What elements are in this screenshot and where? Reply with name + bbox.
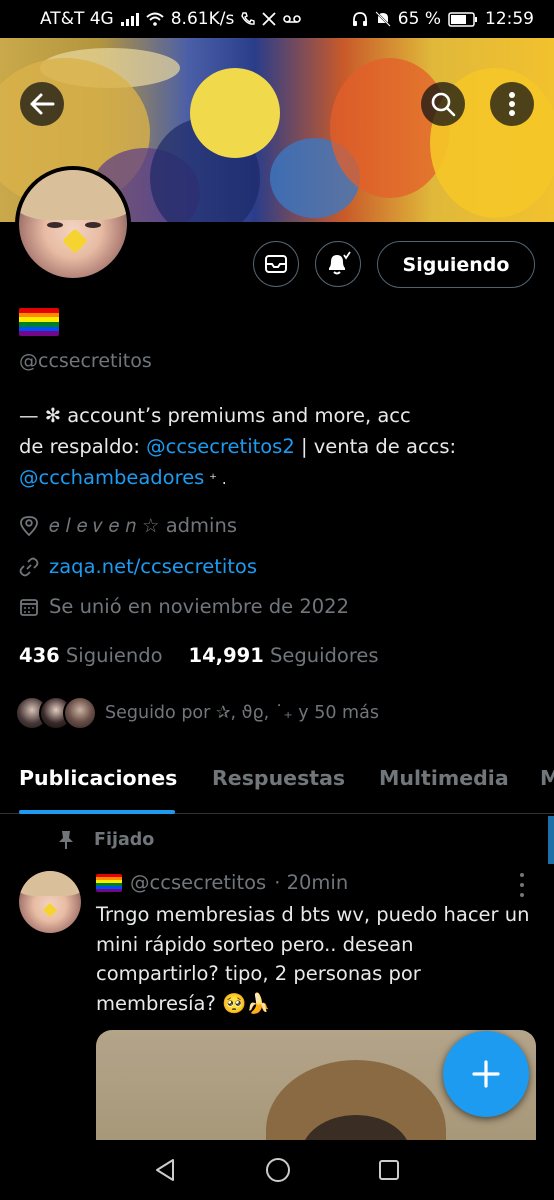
arrow-left-icon xyxy=(30,93,55,115)
bell-icon xyxy=(329,251,351,275)
location-row: 𝑒 𝑙 𝑒 𝑣 𝑒 𝑛 ☆ admins xyxy=(19,514,237,537)
battery-icon xyxy=(448,11,477,27)
following-button[interactable]: Siguiendo xyxy=(377,241,535,288)
home-circle-icon[interactable] xyxy=(264,1156,292,1184)
display-name-flag xyxy=(19,308,59,336)
pinned-label: Fijado xyxy=(94,830,155,850)
followers-count-link[interactable]: 14,991 Seguidores xyxy=(189,644,379,667)
following-count: 436 xyxy=(19,644,60,667)
notifications-button[interactable] xyxy=(315,241,361,287)
tab-publicaciones[interactable]: Publicaciones xyxy=(19,766,177,790)
mute-icon xyxy=(375,11,391,27)
search-icon xyxy=(431,92,456,117)
website-link[interactable]: zaqa.net/ccsecretitos xyxy=(49,555,257,578)
search-button[interactable] xyxy=(421,82,465,126)
post-time: · 20min xyxy=(274,871,349,894)
pin-icon xyxy=(59,831,73,849)
clock: 12:59 xyxy=(485,9,534,29)
recents-square-icon[interactable] xyxy=(377,1158,401,1182)
mail-icon xyxy=(265,255,287,273)
followers-count: 14,991 xyxy=(188,644,264,667)
pinned-indicator: Fijado xyxy=(58,830,154,850)
post-avatar[interactable] xyxy=(19,871,81,933)
network-speed: 8.61K/s xyxy=(170,9,235,29)
calendar-icon xyxy=(20,598,38,616)
following-count-link[interactable]: 436 Siguiendo xyxy=(19,644,163,667)
profile-handle: @ccsecretitos xyxy=(19,350,152,372)
x-logo-icon xyxy=(262,12,276,26)
follower-avatar xyxy=(63,696,97,730)
tab-more[interactable]: M xyxy=(540,766,554,790)
joined-row: Se unió en noviembre de 2022 xyxy=(19,595,349,618)
post-name-flag xyxy=(96,873,122,892)
active-tab-indicator xyxy=(19,810,175,814)
compose-button[interactable] xyxy=(443,1031,529,1117)
bio-line: — ✻ account’s premiums and more, acc xyxy=(19,404,411,427)
profile-bio: — ✻ account’s premiums and more, acc de … xyxy=(19,400,519,495)
plus-icon xyxy=(472,1060,500,1088)
phone-icon xyxy=(241,12,256,25)
more-options-button[interactable] xyxy=(490,82,534,126)
following-label: Siguiendo xyxy=(65,644,163,667)
post-text: Trngo membresias d bts wv, puedo hacer u… xyxy=(96,903,530,1015)
post-more-button[interactable] xyxy=(514,873,530,897)
signal-icon xyxy=(120,12,139,26)
follow-counts: 436 Siguiendo 14,991 Seguidores xyxy=(19,644,379,667)
status-bar: AT&T 4G 8.61K/s 65 % 12:59 xyxy=(0,0,554,38)
battery-percent: 65 % xyxy=(397,9,441,29)
android-navigation-bar xyxy=(0,1140,554,1200)
more-vertical-icon xyxy=(509,92,515,116)
profile-tabs: Publicaciones Respuestas Multimedia M xyxy=(0,756,554,814)
bio-text: ⁺ . xyxy=(204,470,227,488)
back-button[interactable] xyxy=(20,82,64,126)
headphones-icon xyxy=(352,11,367,26)
followers-label: Seguidores xyxy=(270,644,379,667)
wifi-icon xyxy=(146,12,164,26)
message-button[interactable] xyxy=(253,241,299,287)
location-text: 𝑒 𝑙 𝑒 𝑣 𝑒 𝑛 ☆ admins xyxy=(49,514,237,537)
followed-by-text: Seguido por ✰, ϑϱ, ˙₊ y 50 más xyxy=(105,703,379,723)
scrollbar[interactable] xyxy=(548,816,554,864)
profile-avatar[interactable] xyxy=(15,166,131,282)
bio-mention-link[interactable]: @ccsecretitos2 xyxy=(146,435,295,458)
joined-text: Se unió en noviembre de 2022 xyxy=(49,595,349,618)
bio-text: | venta de accs: xyxy=(294,435,457,458)
bio-text: de respaldo: xyxy=(19,435,147,458)
post-handle[interactable]: @ccsecretitos xyxy=(130,871,266,894)
location-pin-icon xyxy=(20,515,38,536)
back-triangle-icon[interactable] xyxy=(153,1157,179,1183)
website-row: zaqa.net/ccsecretitos xyxy=(19,555,257,578)
post-header: @ccsecretitos · 20min xyxy=(96,871,348,894)
followed-by-row[interactable]: Seguido por ✰, ϑϱ, ˙₊ y 50 más xyxy=(15,696,379,730)
bio-mention-link[interactable]: @ccchambeadores xyxy=(19,466,204,489)
link-icon xyxy=(19,557,39,576)
carrier-label: AT&T 4G xyxy=(40,9,114,29)
voicemail-icon xyxy=(283,15,302,23)
tab-multimedia[interactable]: Multimedia xyxy=(379,766,509,790)
tab-respuestas[interactable]: Respuestas xyxy=(212,766,345,790)
